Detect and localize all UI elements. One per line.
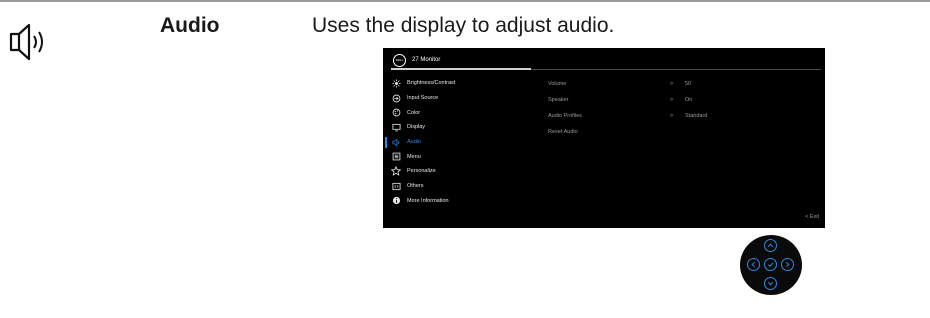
menu-item-brightness-contrast[interactable]: Brightness/Contrast <box>391 76 531 91</box>
submenu-volume[interactable]: Volume > 50 <box>548 76 818 92</box>
submenu-label: Reset Audio <box>548 129 578 135</box>
menu-item-label: Menu <box>407 153 421 160</box>
info-icon <box>391 196 401 206</box>
chevron-left-icon[interactable] <box>747 258 760 271</box>
dell-logo: DELL <box>393 53 406 67</box>
input-source-icon <box>391 93 401 103</box>
submenu-label: Audio Profiles <box>548 113 582 119</box>
submenu-value: On <box>685 97 693 103</box>
chevron-right-icon: > <box>670 81 674 87</box>
osd-header: DELL 27 Monitor <box>393 53 441 67</box>
submenu-label: Speaker <box>548 97 569 103</box>
joystick-controller <box>740 235 802 295</box>
menu-item-menu[interactable]: Menu <box>391 149 531 164</box>
top-divider <box>0 0 930 2</box>
osd-title: 27 Monitor <box>412 57 441 63</box>
menu-item-label: More Information <box>407 197 449 204</box>
menu-item-label: Others <box>407 183 424 190</box>
menu-item-label: Personalize <box>407 168 436 175</box>
submenu-speaker[interactable]: Speaker > On <box>548 92 818 108</box>
osd-screen: DELL 27 Monitor Brightness/Contrast Inpu… <box>383 48 825 228</box>
menu-item-color[interactable]: Color <box>391 105 531 120</box>
submenu-value: Standard <box>685 113 708 119</box>
menu-item-others[interactable]: Others <box>391 179 531 194</box>
menu-item-label: Audio <box>407 139 422 146</box>
chevron-down-icon[interactable] <box>764 277 777 290</box>
section-heading: Audio <box>160 14 220 37</box>
header-divider <box>391 68 531 70</box>
menu-item-label: Color <box>407 109 421 116</box>
menu-item-personalize[interactable]: Personalize <box>391 164 531 179</box>
chevron-right-icon: > <box>670 113 674 119</box>
active-indicator <box>385 136 387 148</box>
menu-item-label: Brightness/Contrast <box>407 80 456 87</box>
checkmark-icon[interactable] <box>764 258 777 271</box>
audio-icon <box>391 137 401 147</box>
others-icon <box>391 181 401 191</box>
menu-item-input-source[interactable]: Input Source <box>391 91 531 106</box>
submenu-reset-audio[interactable]: Reset Audio <box>548 124 818 140</box>
menu-item-audio[interactable]: Audio <box>385 135 531 150</box>
osd-menu: Brightness/Contrast Input Source Color D… <box>385 76 531 209</box>
section-description: Uses the display to adjust audio. <box>312 14 615 37</box>
submenu-value: 50 <box>685 81 692 87</box>
star-icon <box>391 166 401 177</box>
chevron-right-icon: > <box>670 97 674 103</box>
audio-submenu: Volume > 50 Speaker > On Audio Profiles … <box>548 76 818 140</box>
header-divider <box>531 69 821 70</box>
menu-icon <box>391 152 401 162</box>
exit-button[interactable]: < Exit <box>805 214 819 220</box>
chevron-up-icon[interactable] <box>764 239 777 252</box>
menu-item-display[interactable]: Display <box>391 120 531 135</box>
submenu-audio-profiles[interactable]: Audio Profiles > Standard <box>548 108 818 124</box>
menu-item-more-information[interactable]: More Information <box>391 194 531 209</box>
brightness-icon <box>391 78 401 88</box>
speaker-icon <box>9 23 43 61</box>
submenu-label: Volume <box>548 81 567 87</box>
menu-item-label: Display <box>407 124 426 131</box>
display-icon <box>391 122 401 132</box>
chevron-right-icon[interactable] <box>781 258 794 271</box>
menu-item-label: Input Source <box>407 95 439 102</box>
color-icon <box>391 108 401 118</box>
